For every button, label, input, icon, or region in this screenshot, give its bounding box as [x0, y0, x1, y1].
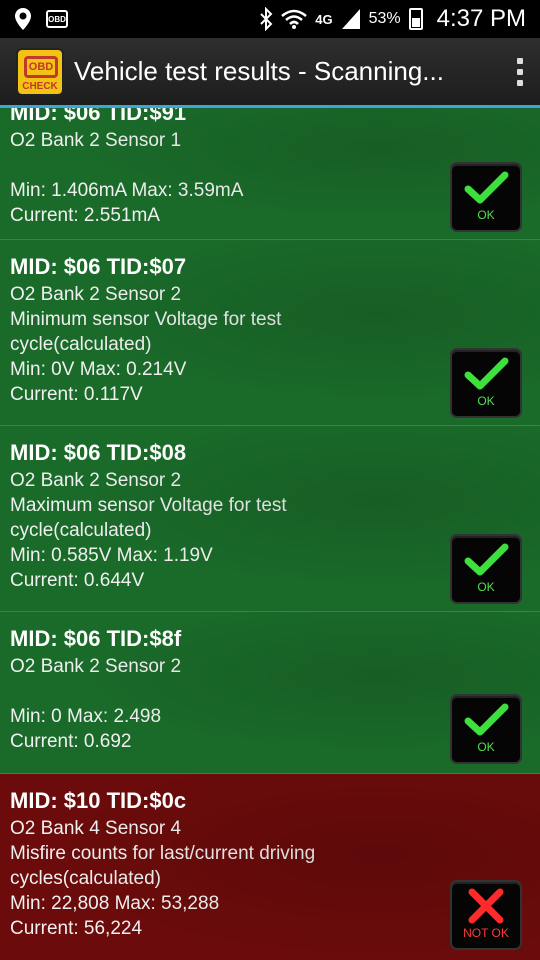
sensor-label: O2 Bank 4 Sensor 4	[10, 818, 182, 839]
network-type: 4G	[315, 11, 333, 27]
ok-badge[interactable]: OK	[450, 162, 522, 232]
mid-label: MID: $06 TID:$91	[10, 108, 187, 125]
mid-label: MID: $06 TID:$8f	[10, 626, 182, 651]
badge-label: OK	[477, 740, 495, 754]
description-label: Maximum sensor Voltage for test cycle(ca…	[10, 495, 287, 541]
sensor-label: O2 Bank 2 Sensor 2	[10, 284, 182, 305]
badge-label: NOT OK	[463, 926, 509, 940]
ok-badge[interactable]: OK	[450, 348, 522, 418]
description-label: Misfire counts for last/current driving …	[10, 843, 316, 889]
list-item[interactable]: MID: $06 TID:$08 O2 Bank 2 Sensor 2 Maxi…	[0, 426, 540, 612]
battery-percent: 53%	[368, 10, 401, 27]
sensor-label: O2 Bank 2 Sensor 2	[10, 470, 182, 491]
bluetooth-icon	[259, 7, 273, 31]
page-title: Vehicle test results - Scanning...	[74, 56, 444, 86]
mid-label: MID: $10 TID:$0c	[10, 788, 187, 813]
ok-badge[interactable]: OK	[450, 534, 522, 604]
check-icon	[464, 357, 509, 390]
logo-engine-text: OBD	[24, 55, 58, 78]
location-pin-icon	[14, 7, 32, 31]
mid-label: MID: $06 TID:$07	[10, 254, 187, 279]
mid-label: MID: $06 TID:$08	[10, 440, 187, 465]
app-logo-icon[interactable]: OBD CHECK	[16, 47, 64, 96]
logo-check-text: CHECK	[22, 80, 58, 92]
not-ok-badge[interactable]: NOT OK	[450, 880, 522, 950]
cross-icon	[468, 888, 504, 924]
check-icon	[464, 543, 509, 576]
signal-icon	[341, 8, 361, 30]
list-item[interactable]: MID: $06 TID:$07 O2 Bank 2 Sensor 2 Mini…	[0, 240, 540, 426]
check-icon	[464, 171, 509, 204]
badge-label: OK	[477, 580, 495, 594]
results-list[interactable]: MID: $06 TID:$91 O2 Bank 2 Sensor 1 Min:…	[0, 108, 540, 960]
action-bar: OBD CHECK Vehicle test results - Scannin…	[0, 38, 540, 108]
list-item[interactable]: MID: $06 TID:$91 O2 Bank 2 Sensor 1 Min:…	[0, 108, 540, 240]
badge-label: OK	[477, 208, 495, 222]
check-icon	[464, 703, 509, 736]
overflow-menu-icon[interactable]	[500, 42, 540, 102]
list-item[interactable]: MID: $06 TID:$8f O2 Bank 2 Sensor 2 Min:…	[0, 612, 540, 774]
list-item[interactable]: MID: $10 TID:$0c O2 Bank 4 Sensor 4 Misf…	[0, 774, 540, 960]
wifi-icon	[281, 8, 308, 30]
description-label: Minimum sensor Voltage for test cycle(ca…	[10, 309, 282, 355]
sensor-label: O2 Bank 2 Sensor 1	[10, 130, 182, 151]
ok-badge[interactable]: OK	[450, 694, 522, 764]
sensor-label: O2 Bank 2 Sensor 2	[10, 656, 182, 677]
clock: 4:37 PM	[436, 5, 526, 32]
battery-icon	[408, 8, 423, 30]
obd-icon: OBD	[46, 10, 68, 28]
status-bar: OBD 4G 53% 4:37 PM	[0, 0, 540, 38]
badge-label: OK	[477, 394, 495, 408]
